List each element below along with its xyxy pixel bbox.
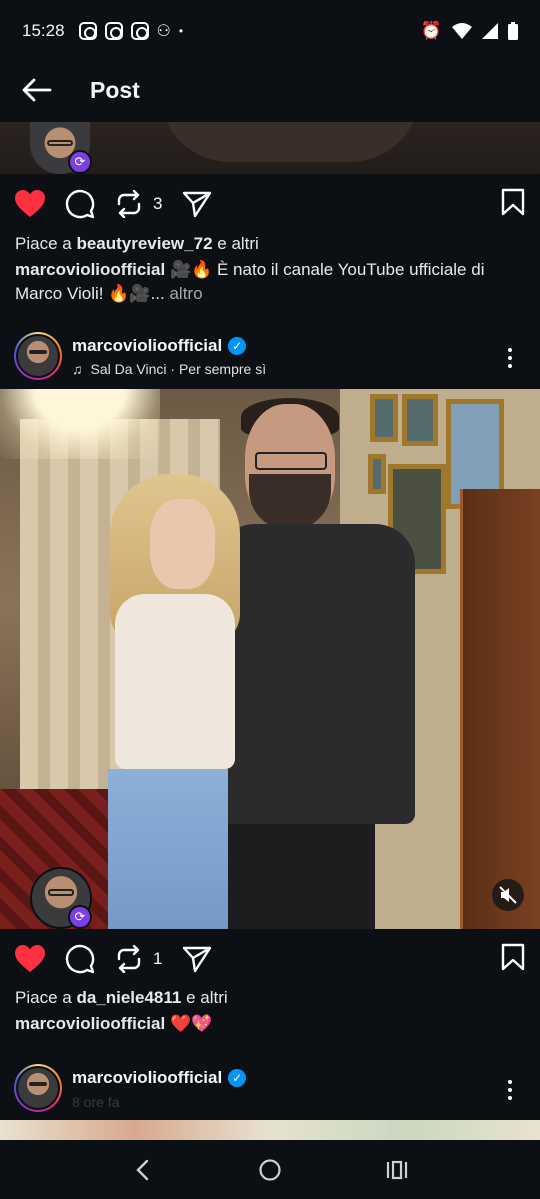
status-bar: 15:28 ⚇ • ⏰: [0, 0, 540, 62]
repost-button[interactable]: 1: [115, 945, 162, 973]
post-options-button[interactable]: [500, 1076, 520, 1104]
post-username-row[interactable]: marcoviolioofficial ✓: [72, 1068, 247, 1088]
top-app-bar: Post: [0, 62, 540, 118]
likes-user-link[interactable]: beautyreview_72: [76, 234, 212, 253]
collab-icon: ⟳: [68, 905, 92, 929]
save-button[interactable]: [501, 188, 525, 221]
like-button[interactable]: [15, 945, 45, 973]
post-2-header: marcoviolioofficial ✓ ♫ Sal Da Vinci · P…: [0, 330, 540, 386]
post-2-photo[interactable]: ⟳: [0, 389, 540, 929]
story-ring-avatar[interactable]: [14, 1064, 62, 1112]
post-1-likes[interactable]: Piace a beautyreview_72 e altri: [15, 234, 259, 254]
status-time: 15:28: [22, 21, 65, 40]
avatar: [18, 336, 58, 376]
likes-suffix: e altri: [217, 234, 259, 253]
back-button[interactable]: [20, 73, 54, 107]
post-options-button[interactable]: [500, 344, 520, 372]
share-button[interactable]: [182, 190, 212, 218]
notification-icons: ⚇ •: [78, 21, 184, 41]
muted-speaker-icon: [499, 886, 517, 904]
music-note-icon: ♫: [72, 361, 83, 377]
post-time-ago: 8 ore fa: [72, 1094, 120, 1110]
alarm-icon: ⏰: [420, 21, 442, 40]
post-2-caption: marcoviolioofficial ❤️💖: [15, 1012, 525, 1036]
post-1-image-cropped[interactable]: ⟳: [0, 122, 540, 174]
comment-icon: [65, 944, 95, 974]
likes-prefix: Piace a: [15, 234, 72, 253]
repost-count: 1: [153, 949, 163, 968]
wifi-icon: [452, 23, 472, 39]
caption-username[interactable]: marcoviolioofficial: [15, 1014, 165, 1033]
bookmark-icon: [501, 188, 525, 215]
post-2-actions: 1: [0, 929, 540, 989]
post-2-likes[interactable]: Piace a da_niele4811 e altri: [15, 988, 228, 1008]
repost-button[interactable]: 3: [115, 190, 162, 218]
repost-icon: [117, 945, 141, 973]
bookmark-icon: [501, 943, 525, 970]
caption-username[interactable]: marcoviolioofficial: [15, 260, 165, 279]
post-1-actions: 3: [0, 174, 540, 234]
post-username[interactable]: marcoviolioofficial: [72, 336, 222, 356]
mute-toggle[interactable]: [492, 879, 524, 911]
comment-button[interactable]: [65, 189, 95, 219]
home-circle-icon: [259, 1158, 281, 1181]
verified-badge-icon: ✓: [228, 1069, 247, 1087]
heart-icon: [15, 190, 45, 217]
more-notifications-dot-icon: •: [178, 24, 184, 38]
signal-icon: [482, 23, 498, 39]
music-title[interactable]: Sal Da Vinci · Per sempre sì: [91, 361, 267, 377]
music-attribution[interactable]: ♫ Sal Da Vinci · Per sempre sì: [72, 361, 266, 377]
instagram-notification-icon: [130, 22, 149, 40]
instagram-notification-icon: [104, 22, 123, 40]
post-1-caption: marcoviolioofficial 🎥🔥 È nato il canale …: [15, 258, 525, 306]
system-icons: ⏰: [421, 21, 518, 41]
caption-text: ❤️💖: [169, 1014, 213, 1033]
send-icon: [183, 191, 212, 218]
comment-button[interactable]: [65, 944, 95, 974]
teams-notification-icon: ⚇: [156, 23, 171, 40]
arrow-left-icon: [22, 78, 52, 102]
system-back-button[interactable]: [123, 1150, 163, 1190]
likes-prefix: Piace a: [15, 988, 72, 1007]
page-title: Post: [90, 76, 140, 103]
chevron-left-icon: [136, 1159, 149, 1180]
post-3-header: marcoviolioofficial ✓ 8 ore fa: [0, 1062, 540, 1118]
post-3-image-cropped[interactable]: [0, 1120, 540, 1140]
story-ring-avatar[interactable]: [14, 332, 62, 380]
likes-suffix: e altri: [186, 988, 228, 1007]
like-button[interactable]: [15, 190, 45, 218]
likes-user-link[interactable]: da_niele4811: [76, 988, 181, 1007]
repost-icon: [117, 190, 141, 218]
save-button[interactable]: [501, 943, 525, 976]
verified-badge-icon: ✓: [228, 337, 247, 355]
avatar: [18, 1068, 58, 1108]
post-username[interactable]: marcoviolioofficial: [72, 1068, 222, 1088]
instagram-notification-icon: [78, 22, 97, 40]
heart-icon: [15, 945, 45, 972]
share-button[interactable]: [182, 945, 212, 973]
post-username-row[interactable]: marcoviolioofficial ✓: [72, 336, 247, 356]
collab-icon: ⟳: [68, 150, 92, 174]
battery-icon: [508, 22, 518, 40]
system-home-button[interactable]: [250, 1150, 290, 1190]
system-navigation-bar: [0, 1140, 540, 1199]
comment-icon: [65, 189, 95, 219]
repost-count: 3: [153, 194, 163, 213]
caption-more-link[interactable]: altro: [169, 284, 202, 303]
system-recents-button[interactable]: [377, 1150, 417, 1190]
recents-icon: [386, 1160, 407, 1179]
send-icon: [183, 946, 212, 973]
